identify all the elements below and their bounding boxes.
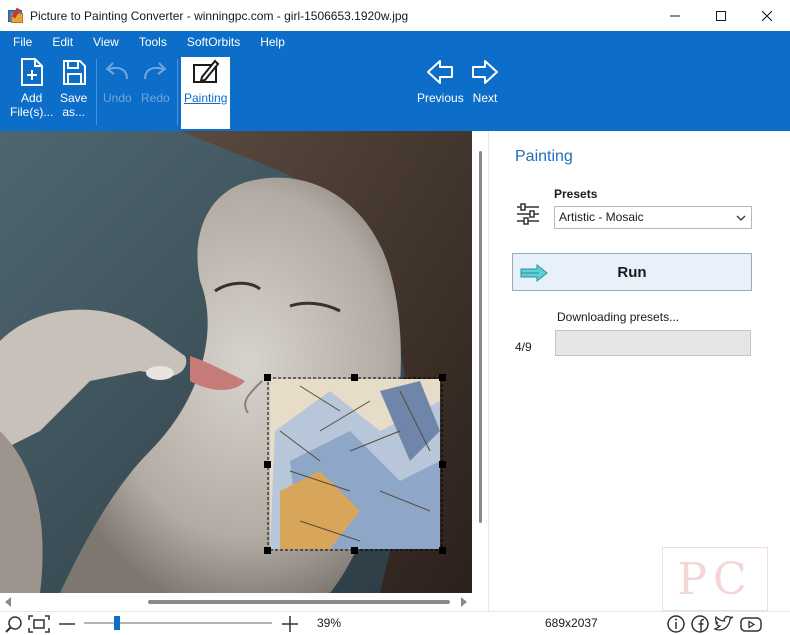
info-icon[interactable] <box>666 614 686 634</box>
painting-icon <box>192 59 220 83</box>
undo-button[interactable]: Undo <box>103 57 132 105</box>
menu-tools[interactable]: Tools <box>136 33 170 51</box>
horizontal-scrollbar[interactable] <box>0 593 472 611</box>
add-files-label-1: Add <box>20 91 43 105</box>
redo-button[interactable]: Redo <box>141 57 170 105</box>
progress-count: 4/9 <box>515 340 532 354</box>
previous-label: Previous <box>417 91 464 105</box>
zoom-slider-thumb[interactable] <box>114 616 121 630</box>
menu-view[interactable]: View <box>90 33 122 51</box>
minus-icon[interactable] <box>57 614 77 634</box>
zoom-value: 39% <box>317 616 342 630</box>
vertical-scrollbar[interactable] <box>472 131 488 593</box>
previous-button[interactable]: Previous <box>417 57 464 105</box>
settings-panel: Painting Presets Artistic - Mosaic Run D… <box>489 131 790 611</box>
add-files-label-2: File(s)... <box>10 105 54 119</box>
redo-label: Redo <box>141 91 170 105</box>
menu-softorbits[interactable]: SoftOrbits <box>184 33 243 51</box>
zoom-slider-track[interactable] <box>84 622 272 624</box>
youtube-icon[interactable] <box>739 614 763 634</box>
next-label: Next <box>472 91 498 105</box>
minimize-button[interactable] <box>652 0 698 31</box>
zoom-icon[interactable] <box>4 614 24 634</box>
painting-button[interactable]: Painting <box>184 57 227 105</box>
presets-label: Presets <box>554 187 598 201</box>
window-title: Picture to Painting Converter - winningp… <box>30 8 409 23</box>
window-controls <box>652 0 790 31</box>
maximize-button[interactable] <box>698 0 744 31</box>
close-button[interactable] <box>744 0 790 31</box>
chevron-down-icon <box>736 215 746 221</box>
add-file-icon <box>20 58 43 86</box>
scroll-left-arrow-icon[interactable] <box>5 597 11 607</box>
menu-help[interactable]: Help <box>257 33 288 51</box>
previous-arrow-icon <box>427 60 454 84</box>
menu-bar: File Edit View Tools SoftOrbits Help <box>0 31 790 53</box>
save-as-button[interactable]: Save as... <box>60 57 87 119</box>
next-button[interactable]: Next <box>470 57 500 105</box>
toolbar: Add File(s)... Save as... Undo Redo Pain <box>0 53 790 131</box>
run-arrow-icon <box>520 263 548 283</box>
scroll-right-arrow-icon[interactable] <box>461 597 467 607</box>
maximize-icon <box>716 10 726 21</box>
download-progress-bar <box>555 330 751 356</box>
image-canvas[interactable] <box>0 131 472 593</box>
twitter-icon[interactable] <box>713 614 735 634</box>
watermark-logo: PC <box>662 547 768 611</box>
app-icon <box>8 7 24 24</box>
undo-icon <box>105 62 129 80</box>
presets-selected-value: Artistic - Mosaic <box>559 210 644 224</box>
save-icon <box>62 60 86 85</box>
next-arrow-icon <box>472 60 498 84</box>
add-files-button[interactable]: Add File(s)... <box>10 57 53 119</box>
save-as-label-2: as... <box>62 105 86 119</box>
download-status-text: Downloading presets... <box>557 310 680 324</box>
menu-file[interactable]: File <box>10 33 35 51</box>
status-bar: 39% 689x2037 <box>0 611 790 635</box>
image-dimensions: 689x2037 <box>545 616 598 630</box>
painting-label: Painting <box>184 91 228 105</box>
run-button[interactable]: Run <box>512 253 752 291</box>
redo-icon <box>144 62 167 80</box>
toolbar-separator <box>96 59 97 125</box>
toolbar-separator <box>177 59 178 125</box>
photo-preview <box>0 131 472 593</box>
close-icon <box>762 10 772 21</box>
minimize-icon <box>670 15 680 16</box>
horizontal-scroll-thumb[interactable] <box>148 600 450 604</box>
facebook-icon[interactable] <box>690 614 710 634</box>
save-as-label-1: Save <box>60 91 88 105</box>
menu-edit[interactable]: Edit <box>49 33 76 51</box>
presets-sliders-icon <box>517 203 539 225</box>
presets-dropdown[interactable]: Artistic - Mosaic <box>554 206 752 229</box>
vertical-scroll-thumb[interactable] <box>479 151 482 523</box>
run-label: Run <box>617 263 647 281</box>
fit-icon[interactable] <box>28 614 50 634</box>
undo-label: Undo <box>103 91 132 105</box>
panel-title: Painting <box>515 148 573 165</box>
plus-icon[interactable] <box>280 614 300 634</box>
title-bar: Picture to Painting Converter - winningp… <box>0 0 790 31</box>
